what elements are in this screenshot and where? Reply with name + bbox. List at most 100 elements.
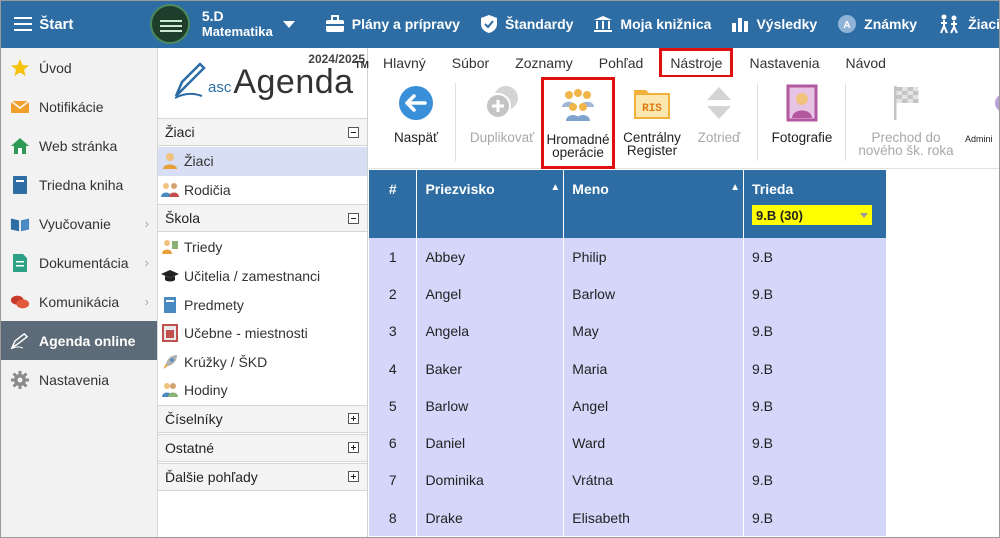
panel-item-subjects[interactable]: Predmety: [158, 290, 367, 319]
topnav-standards[interactable]: Štandardy: [480, 14, 573, 34]
panel-item-periods[interactable]: Hodiny: [158, 376, 367, 405]
sidebar-item-agenda-online[interactable]: Agenda online: [0, 321, 157, 360]
panel-item-clubs[interactable]: Krúžky / ŠKD: [158, 348, 367, 377]
expand-icon[interactable]: [348, 471, 359, 483]
sort-button[interactable]: Zotrieď: [691, 83, 747, 167]
tab-guide[interactable]: Návod: [833, 49, 899, 77]
cell-class: 9.B: [743, 349, 887, 388]
collapse-icon[interactable]: [348, 126, 359, 138]
star-icon: [10, 58, 30, 78]
asc-agenda-logo: asc Agenda TM: [172, 60, 369, 100]
chevron-down-icon[interactable]: [282, 20, 295, 28]
cell-surname: Abbey: [416, 238, 565, 276]
ribbon-separator: [845, 83, 846, 161]
cell-class: 9.B: [743, 461, 887, 500]
cell-class: 9.B: [743, 387, 887, 425]
group-more-views[interactable]: Ďalšie pohľady: [158, 462, 367, 491]
table-row[interactable]: 7 Dominika Vrátna 9.B: [369, 461, 887, 500]
new-school-year-label-line2: nového šk. roka: [858, 143, 954, 158]
cell-class: 9.B: [743, 275, 887, 313]
panel-item-students[interactable]: Žiaci: [158, 147, 367, 176]
column-header-class[interactable]: Trieda 9.B (30): [743, 170, 887, 238]
column-header-surname[interactable]: Priezvisko ▲: [416, 170, 565, 238]
sidebar-item-intro[interactable]: Úvod: [0, 48, 157, 87]
new-school-year-button[interactable]: Prechod do nového šk. roka: [853, 83, 959, 167]
chevron-down-icon: [860, 212, 868, 218]
sidebar-item-notifications[interactable]: Notifikácie: [0, 87, 157, 126]
subject-book-icon: [160, 296, 180, 314]
photos-button[interactable]: Fotografie: [767, 83, 837, 167]
sidebar-item-label: Triedna kniha: [39, 176, 124, 193]
duplicate-button[interactable]: Duplikovať: [465, 83, 539, 167]
sort-asc-icon[interactable]: ▲: [730, 182, 740, 193]
cell-class: 9.B: [743, 499, 887, 537]
panel-item-teachers[interactable]: Učitelia / zamestnanci: [158, 262, 367, 291]
panel-item-parents[interactable]: Rodičia: [158, 176, 367, 205]
cell-number: 6: [369, 424, 418, 462]
tab-file[interactable]: Súbor: [439, 49, 502, 77]
table-row[interactable]: 1 Abbey Philip 9.B: [369, 238, 887, 276]
table-row[interactable]: 6 Daniel Ward 9.B: [369, 424, 887, 462]
panel-item-label: Učebne - miestnosti: [184, 325, 308, 342]
group-label: Číselníky: [165, 410, 223, 427]
group-students[interactable]: Žiaci: [158, 118, 367, 146]
sidebar-item-teaching[interactable]: Vyučovanie ›: [0, 204, 157, 243]
cell-name: Philip: [563, 238, 744, 276]
sidebar-item-class-book[interactable]: Triedna kniha: [0, 165, 157, 204]
table-row[interactable]: 2 Angel Barlow 9.B: [369, 275, 887, 313]
cell-surname: Angel: [416, 275, 565, 313]
group-school[interactable]: Škola: [158, 204, 367, 233]
house-icon: [10, 136, 30, 156]
start-link[interactable]: Štart: [39, 16, 150, 33]
column-header-name[interactable]: Meno ▲: [563, 170, 744, 238]
sidebar-item-label: Agenda online: [39, 332, 136, 349]
topnav-library[interactable]: Moja knižnica: [593, 15, 711, 33]
document-icon: [10, 253, 30, 273]
topnav-students[interactable]: Žiaci: [937, 14, 1000, 34]
panel-item-classrooms[interactable]: Učebne - miestnosti: [158, 319, 367, 348]
class-selector[interactable]: 5.D Matematika: [149, 4, 305, 44]
column-header-number[interactable]: #: [369, 170, 418, 238]
topnav-grades[interactable]: A Známky: [837, 14, 917, 34]
tab-main[interactable]: Hlavný: [369, 49, 439, 77]
collapse-icon[interactable]: [348, 212, 359, 224]
cell-surname: Barlow: [416, 387, 565, 425]
group-label: Škola: [165, 210, 201, 227]
back-button[interactable]: Naspäť: [387, 83, 445, 167]
tab-lists[interactable]: Zoznamy: [502, 49, 586, 77]
tab-settings[interactable]: Nastavenia: [736, 49, 832, 77]
tab-view[interactable]: Pohľad: [586, 49, 657, 77]
tab-tools[interactable]: Nástroje: [659, 48, 734, 78]
topnav-plans[interactable]: Plány a prípravy: [325, 15, 460, 33]
sidebar-item-settings[interactable]: Nastavenia: [0, 360, 157, 399]
students-table: # Priezvisko ▲ Meno ▲ Trieda 9.B (30) 1A…: [369, 170, 887, 537]
svg-text:A: A: [844, 20, 851, 31]
expand-icon[interactable]: [348, 442, 359, 454]
sidebar-item-communication[interactable]: Komunikácia ›: [0, 282, 157, 321]
sort-asc-icon[interactable]: ▲: [550, 182, 560, 193]
group-codelists[interactable]: Číselníky: [158, 404, 367, 433]
cell-number: 3: [369, 312, 418, 350]
topnav-results[interactable]: Výsledky: [731, 15, 817, 33]
bulk-operations-button[interactable]: Hromadné operácie: [541, 77, 615, 169]
classes-icon: [160, 238, 180, 256]
panel-item-classes[interactable]: Triedy: [158, 233, 367, 262]
tools-ribbon: Naspäť Duplikovať Hromadné operácie RIS …: [369, 77, 1000, 169]
table-row[interactable]: 4 Baker Maria 9.B: [369, 349, 887, 388]
cell-number: 5: [369, 387, 418, 425]
ribbon-separator: [757, 83, 758, 161]
sidebar-item-website[interactable]: Web stránka: [0, 126, 157, 165]
class-filter-dropdown[interactable]: 9.B (30): [752, 205, 872, 225]
gear-icon: [10, 370, 30, 390]
table-row[interactable]: 8 Drake Elisabeth 9.B: [369, 499, 887, 537]
central-register-button[interactable]: RIS Centrálny Register: [619, 83, 685, 167]
table-row[interactable]: 5 Barlow Angel 9.B: [369, 387, 887, 425]
hamburger-menu-icon[interactable]: [6, 0, 39, 48]
administration-button[interactable]: Admini: [965, 83, 1000, 167]
sidebar-item-documentation[interactable]: Dokumentácia ›: [0, 243, 157, 282]
chevron-right-icon: ›: [144, 294, 149, 309]
expand-icon[interactable]: [348, 413, 359, 425]
cell-number: 1: [369, 238, 418, 276]
table-row[interactable]: 3 Angela May 9.B: [369, 312, 887, 350]
group-other[interactable]: Ostatné: [158, 433, 367, 462]
